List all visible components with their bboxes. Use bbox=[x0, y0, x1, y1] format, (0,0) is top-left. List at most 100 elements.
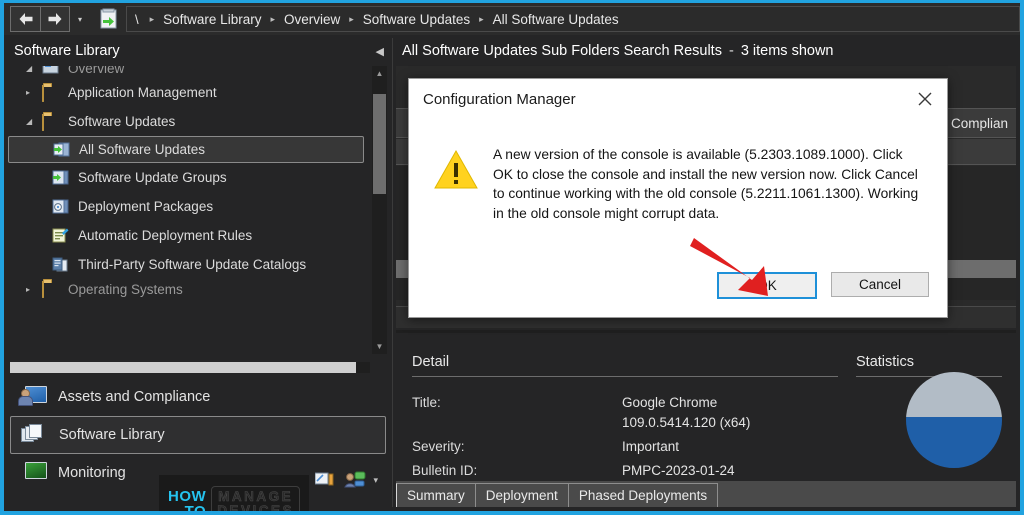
tree-item-deployment-packages[interactable]: Deployment Packages bbox=[8, 192, 388, 221]
tree-item-label: Third-Party Software Update Catalogs bbox=[78, 257, 307, 272]
breadcrumb-item-overview[interactable]: Overview bbox=[284, 12, 340, 27]
detail-field-value: Google Chrome 109.0.5414.120 (x64) bbox=[622, 395, 751, 430]
folder-icon bbox=[42, 84, 60, 102]
configuration-manager-window: ▾ \ ▸ Software Library ▸ Overview ▸ Soft… bbox=[0, 0, 1024, 515]
twisty-icon[interactable]: ▸ bbox=[26, 88, 42, 97]
tab-label: Deployment bbox=[485, 488, 558, 503]
tree-item-application-management[interactable]: ▸ Application Management bbox=[8, 78, 388, 107]
administration-icon[interactable] bbox=[314, 471, 337, 489]
tree-horizontal-scrollbar[interactable] bbox=[10, 362, 370, 373]
close-icon[interactable] bbox=[903, 80, 947, 118]
pane-splitter[interactable] bbox=[396, 330, 1016, 333]
statistics-pie-chart bbox=[906, 372, 1002, 468]
detail-field-label: Bulletin ID: bbox=[412, 463, 478, 478]
workspace-software-library[interactable]: Software Library bbox=[10, 416, 386, 454]
software-library-icon bbox=[19, 422, 49, 448]
results-dash: - bbox=[728, 43, 734, 59]
deployment-packages-icon bbox=[52, 199, 70, 215]
cancel-button[interactable]: Cancel bbox=[831, 272, 929, 297]
twisty-icon[interactable]: ▸ bbox=[26, 285, 42, 294]
tree-item-label: All Software Updates bbox=[79, 142, 206, 157]
workspace-assets-and-compliance[interactable]: Assets and Compliance bbox=[10, 378, 386, 416]
tree-item-software-updates[interactable]: ◢ Software Updates bbox=[8, 107, 388, 136]
ok-button-label: OK bbox=[757, 278, 777, 293]
workspace-tray: ▾ bbox=[314, 471, 378, 489]
watermark-how: HOW bbox=[168, 488, 207, 505]
breadcrumb-separator: ▸ bbox=[479, 13, 484, 24]
tree-item-operating-systems[interactable]: ▸ Operating Systems bbox=[8, 279, 388, 299]
third-party-catalogs-icon bbox=[52, 257, 70, 273]
tree-item-label: Overview bbox=[68, 66, 125, 76]
dialog-message: A new version of the console is availabl… bbox=[493, 147, 919, 221]
folder-icon bbox=[42, 281, 60, 298]
navigation-tree: ◢ Overview ▸ Application Management ◢ So… bbox=[8, 66, 388, 354]
collapse-pane-icon[interactable]: ◀ bbox=[376, 45, 384, 58]
tree-item-label: Software Update Groups bbox=[78, 170, 227, 185]
tree-item-label: Software Updates bbox=[68, 114, 176, 129]
breadcrumb-separator: ▸ bbox=[149, 13, 155, 24]
community-icon[interactable] bbox=[344, 471, 366, 489]
results-header: All Software Updates Sub Folders Search … bbox=[394, 38, 1016, 64]
tab-deployment[interactable]: Deployment bbox=[474, 483, 569, 507]
tree-vertical-scrollbar[interactable]: ▲ ▼ bbox=[372, 66, 387, 354]
tree-item-third-party-software-update-catalogs[interactable]: Third-Party Software Update Catalogs bbox=[8, 250, 388, 279]
detail-field-severity: Severity: Important bbox=[412, 437, 848, 457]
all-software-updates-icon bbox=[53, 142, 71, 158]
navigation-pane-header: Software Library ◀ bbox=[4, 38, 392, 64]
watermark-logo: HOW TO MANAGE DEVICES bbox=[159, 475, 309, 515]
tree-item-label: Operating Systems bbox=[68, 281, 183, 297]
detail-field-label: Severity: bbox=[412, 439, 465, 454]
folder-icon bbox=[42, 113, 60, 131]
detail-field-value: PMPC-2023-01-24 bbox=[622, 463, 735, 478]
detail-pane: Detail Title: Google Chrome 109.0.5414.1… bbox=[396, 334, 1016, 479]
tree-item-label: Automatic Deployment Rules bbox=[78, 228, 253, 243]
results-title: All Software Updates Sub Folders Search … bbox=[402, 43, 722, 59]
address-bar: ▾ \ ▸ Software Library ▸ Overview ▸ Soft… bbox=[4, 0, 1020, 35]
tree-item-all-software-updates[interactable]: All Software Updates bbox=[8, 136, 364, 163]
watermark-devices: DEVICES bbox=[217, 503, 294, 515]
tree-item-software-update-groups[interactable]: Software Update Groups bbox=[8, 163, 388, 192]
tab-label: Summary bbox=[407, 488, 465, 503]
detail-field-label: Title: bbox=[412, 395, 441, 410]
dialog-title: Configuration Manager bbox=[423, 90, 576, 108]
scroll-down-icon[interactable]: ▼ bbox=[372, 339, 387, 354]
assets-and-compliance-icon bbox=[18, 384, 48, 410]
arrow-left-icon bbox=[19, 13, 32, 25]
navigation-pane-title: Software Library bbox=[14, 43, 120, 59]
back-button[interactable] bbox=[10, 6, 40, 32]
breadcrumb-item-software-library[interactable]: Software Library bbox=[163, 12, 261, 27]
workspace-label: Assets and Compliance bbox=[58, 389, 211, 405]
navigation-pane: Software Library ◀ ◢ Overview ▸ Applicat… bbox=[4, 38, 393, 511]
history-dropdown-button[interactable]: ▾ bbox=[70, 6, 90, 32]
statistics-heading: Statistics bbox=[856, 354, 1002, 377]
overview-icon bbox=[42, 66, 60, 76]
tree-item-automatic-deployment-rules[interactable]: Automatic Deployment Rules bbox=[8, 221, 388, 250]
scroll-up-icon[interactable]: ▲ bbox=[372, 66, 387, 81]
chevron-down-icon[interactable]: ▾ bbox=[373, 475, 378, 486]
breadcrumb-separator: ▸ bbox=[349, 13, 354, 24]
grid-column-header-label: t Complian bbox=[943, 115, 1008, 131]
tab-summary[interactable]: Summary bbox=[396, 483, 476, 507]
detail-field-title: Title: Google Chrome 109.0.5414.120 (x64… bbox=[412, 393, 848, 433]
twisty-icon[interactable]: ◢ bbox=[26, 66, 42, 73]
workspace-label: Software Library bbox=[59, 427, 165, 443]
configuration-manager-icon bbox=[96, 7, 120, 31]
warning-triangle-icon bbox=[433, 145, 479, 223]
tree-item-label: Deployment Packages bbox=[78, 199, 214, 214]
detail-field-bulletin-id: Bulletin ID: PMPC-2023-01-24 bbox=[412, 461, 848, 481]
twisty-icon[interactable]: ◢ bbox=[26, 117, 42, 126]
arrow-right-icon bbox=[48, 13, 62, 25]
tree-item-overview[interactable]: ◢ Overview bbox=[8, 66, 388, 78]
watermark-to: TO bbox=[184, 503, 207, 515]
detail-tabstrip: Summary Deployment Phased Deployments bbox=[396, 481, 1016, 507]
breadcrumb-item-all-software-updates[interactable]: All Software Updates bbox=[493, 12, 619, 27]
forward-button[interactable] bbox=[40, 6, 70, 32]
scrollbar-thumb[interactable] bbox=[373, 94, 386, 194]
breadcrumb-separator: ▸ bbox=[270, 13, 275, 24]
tab-phased-deployments[interactable]: Phased Deployments bbox=[567, 483, 719, 507]
breadcrumb-item-software-updates[interactable]: Software Updates bbox=[363, 12, 470, 27]
ok-button[interactable]: OK bbox=[717, 272, 817, 299]
detail-field-value: Important bbox=[622, 439, 680, 454]
configuration-manager-dialog: Configuration Manager A new version of t… bbox=[408, 78, 948, 318]
breadcrumb[interactable]: \ ▸ Software Library ▸ Overview ▸ Softwa… bbox=[126, 6, 1020, 32]
